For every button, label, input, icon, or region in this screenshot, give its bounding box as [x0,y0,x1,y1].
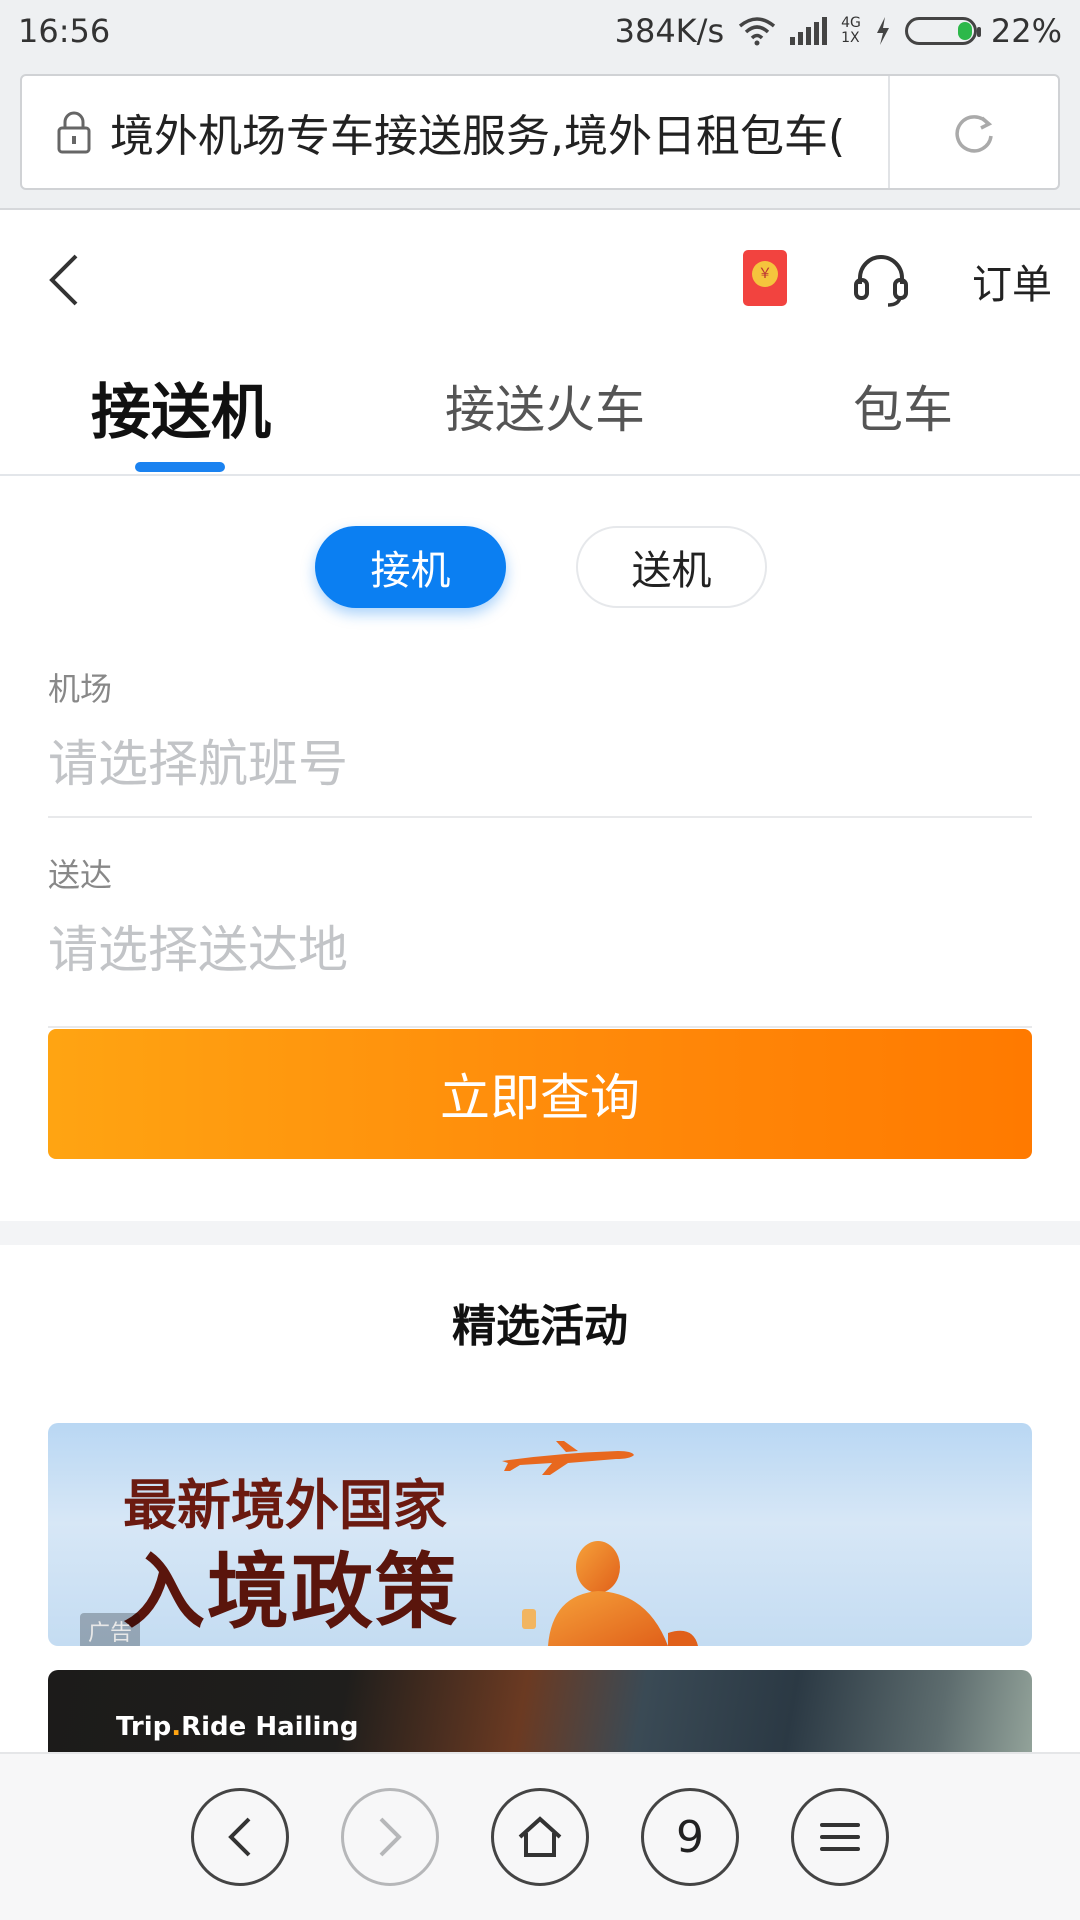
featured-title: 精选活动 [452,1301,628,1352]
ad-badge: 广告 [80,1613,141,1646]
app-header: 订单 [0,212,1080,342]
airport-label: 机场 [48,670,113,708]
browser-toolbar: 境外机场专车接送服务,境外日租包车( [0,62,1080,210]
trip-ride-hailing-logo: Trip.Ride Hailing [116,1712,359,1742]
destination-label: 送达 [48,856,113,894]
tab-train-transfer[interactable]: 接送火车 [445,370,645,442]
battery-percent: 22% [990,12,1062,50]
reload-button[interactable] [890,76,1058,188]
traveler-illustration [522,1541,698,1646]
promo-banner-entry-policy[interactable]: 最新境外国家 入境政策 广告 [48,1423,1032,1646]
logo-prefix: Trip [116,1712,172,1742]
pickup-toggle[interactable]: 接机 [315,526,506,608]
banner-subheadline: 入境政策 [123,1545,460,1640]
home-icon [518,1816,562,1857]
signal-icon [790,17,828,45]
tab-count: 9 [676,1811,704,1863]
browser-forward-button[interactable] [341,1788,439,1886]
tab-indicator [135,462,225,472]
search-button[interactable]: 立即查询 [48,1029,1032,1159]
orders-link[interactable]: 订单 [972,252,1052,310]
back-button[interactable] [44,252,84,308]
browser-back-button[interactable] [191,1788,289,1886]
network-type-bottom: 1X [841,30,860,46]
service-tabs: 接送机 接送火车 包车 [0,342,1080,476]
battery-icon [904,17,981,45]
field-divider [48,1026,1032,1028]
headset-icon[interactable] [852,250,910,308]
battery-level [958,22,972,40]
airplane-icon [502,1441,634,1475]
field-divider [48,816,1032,818]
network-type: 4G 1X [841,16,861,46]
dropoff-toggle[interactable]: 送机 [576,526,767,608]
browser-home-button[interactable] [491,1788,589,1886]
chevron-right-icon [379,1817,402,1857]
tab-airport-transfer[interactable]: 接送机 [91,364,271,451]
flight-number-field[interactable]: 请选择航班号 [48,724,348,796]
wifi-icon [738,17,776,46]
destination-field[interactable]: 请选择送达地 [48,910,348,982]
tab-charter[interactable]: 包车 [853,370,953,442]
logo-suffix: Ride Hailing [181,1712,359,1742]
red-packet-icon[interactable] [743,250,787,306]
url-title[interactable]: 境外机场专车接送服务,境外日租包车( [110,100,888,164]
reload-icon [955,115,993,153]
charging-icon [876,17,889,45]
logo-dot: . [171,1712,182,1742]
menu-icon [820,1823,860,1851]
net-speed: 384K/s [614,12,725,50]
status-indicators: 384K/s 4G 1X 22% [615,12,1062,50]
status-bar: 16:56 384K/s 4G 1X 22% [0,0,1080,62]
chevron-left-icon [228,1817,251,1857]
status-time: 16:56 [18,12,111,50]
browser-bottom-nav: 9 [0,1752,1080,1920]
browser-tabs-button[interactable]: 9 [641,1788,739,1886]
lock-icon [57,111,91,154]
browser-menu-button[interactable] [791,1788,889,1886]
section-separator [0,1221,1080,1245]
address-bar[interactable]: 境外机场专车接送服务,境外日租包车( [20,74,1060,190]
network-type-top: 4G [841,15,861,31]
